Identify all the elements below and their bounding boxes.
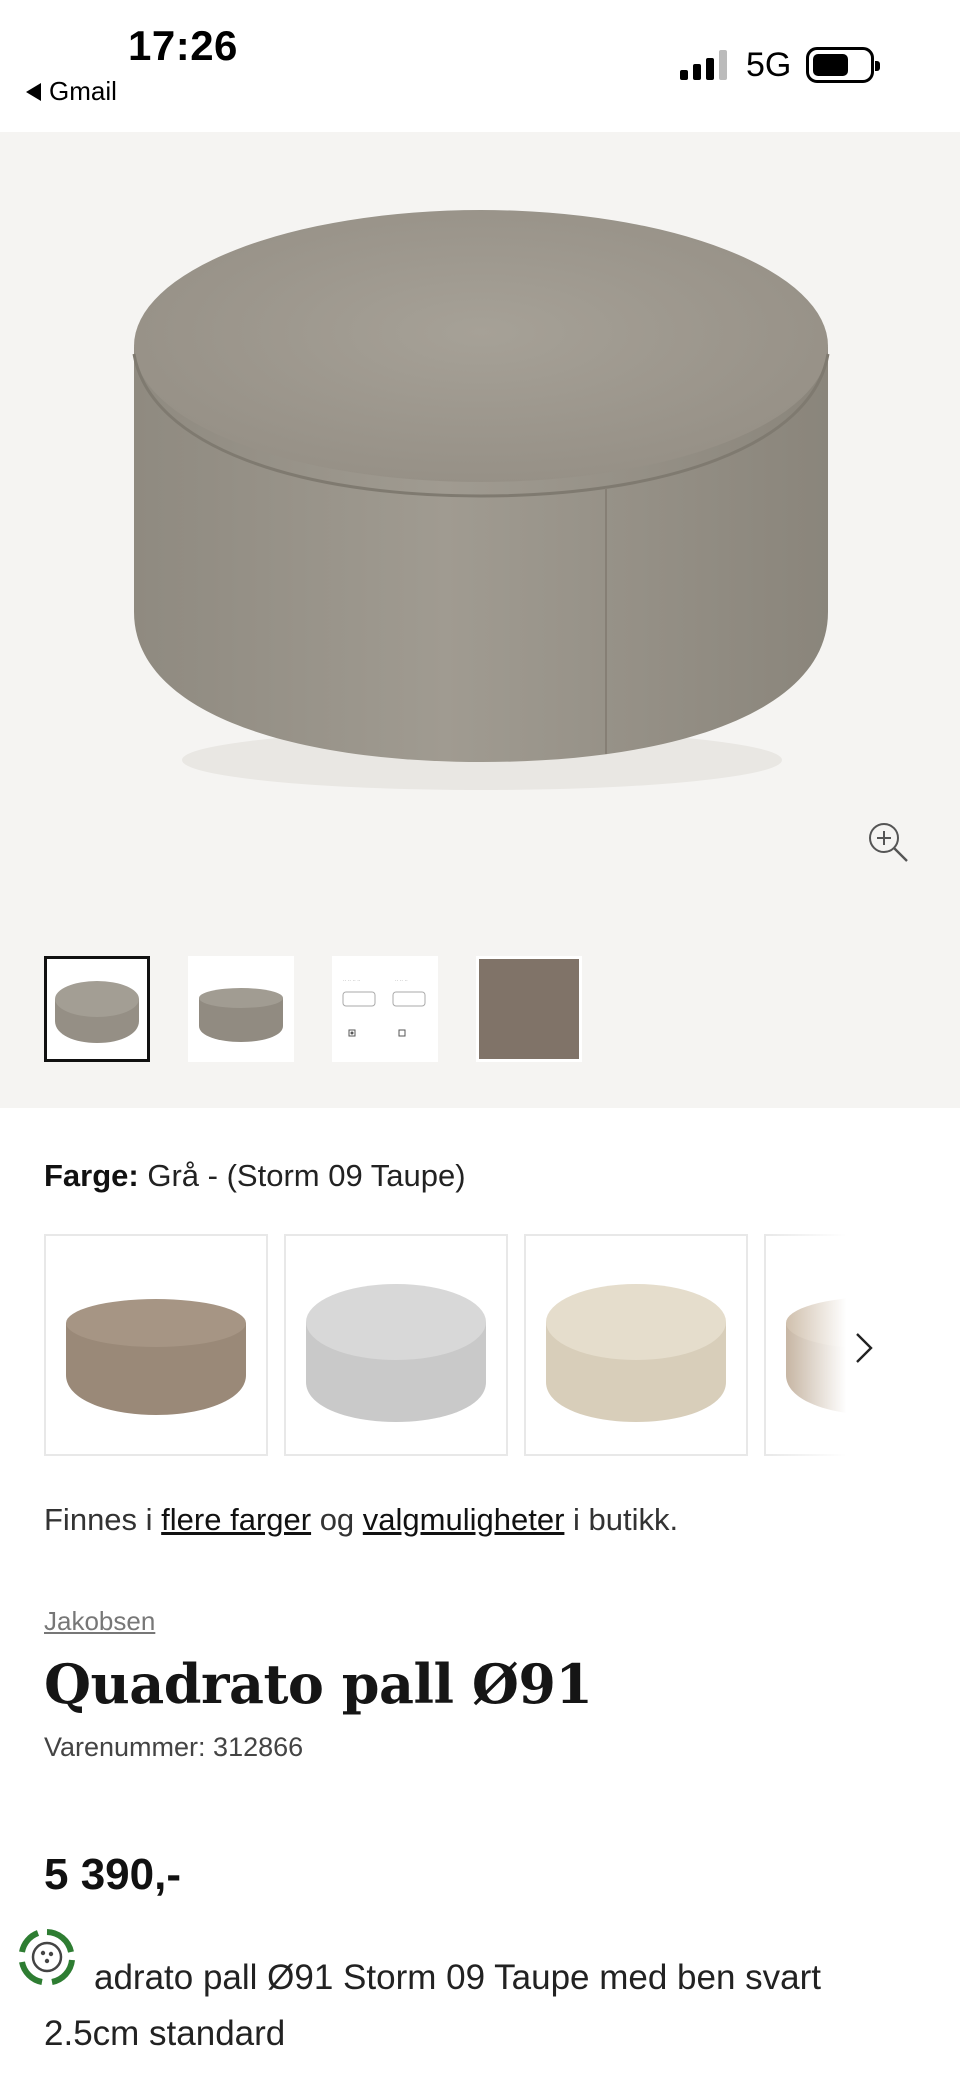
- description-line-1: adrato pall Ø91 Storm 09 Taupe med ben s…: [94, 1958, 822, 1997]
- ottoman-side-thumbnail-image: [199, 988, 283, 1042]
- availability-suffix: i butikk.: [564, 1502, 679, 1537]
- more-colors-link[interactable]: flere farger: [161, 1502, 311, 1537]
- availability-middle: og: [311, 1502, 363, 1537]
- product-main-image[interactable]: [0, 132, 960, 892]
- swatch-ottoman-image: [66, 1299, 246, 1415]
- product-price: 5 390,-: [44, 1850, 181, 1899]
- product-sku: Varenummer: 312866: [44, 1732, 304, 1762]
- color-label-key: Farge:: [44, 1158, 139, 1193]
- back-to-gmail-button[interactable]: Gmail: [26, 76, 117, 107]
- thumbnail-strip: ·· ·· ·· ·· ·· ·· ··: [44, 956, 582, 1062]
- product-title: Quadrato pall Ø91: [44, 1652, 593, 1716]
- thumbnail-1[interactable]: [44, 956, 150, 1062]
- network-type: 5G: [746, 46, 792, 84]
- svg-text:·· ·· ·· ··: ·· ·· ·· ··: [343, 978, 361, 984]
- options-link[interactable]: valgmuligheter: [363, 1502, 565, 1537]
- color-swatch-carousel: [44, 1234, 874, 1456]
- color-swatch-light-grey[interactable]: [284, 1234, 508, 1456]
- product-gallery: ·· ·· ·· ·· ·· ·· ··: [0, 132, 960, 1108]
- color-swatch-taupe[interactable]: [44, 1234, 268, 1456]
- chevron-right-icon[interactable]: [852, 1330, 876, 1366]
- product-description: adrato pall Ø91 Storm 09 Taupe med ben s…: [44, 1950, 924, 2062]
- availability-prefix: Finnes i: [44, 1502, 162, 1537]
- leg-options-thumbnail-image: ·· ·· ·· ·· ·· ·· ··: [342, 978, 426, 1037]
- ottoman-thumbnail-image: [55, 981, 139, 1043]
- fabric-swatch-thumbnail-image: [479, 959, 579, 1059]
- thumbnail-4[interactable]: [476, 956, 582, 1062]
- color-swatch-beige[interactable]: [524, 1234, 748, 1456]
- color-label-value: Grå - (Storm 09 Taupe): [147, 1158, 466, 1193]
- color-label: Farge: Grå - (Storm 09 Taupe): [44, 1158, 466, 1194]
- thumbnail-2[interactable]: [188, 956, 294, 1062]
- status-time: 17:26: [128, 22, 238, 69]
- battery-icon: [806, 47, 880, 83]
- swatch-ottoman-image: [546, 1284, 726, 1422]
- signal-strength-icon: [680, 50, 727, 80]
- swatch-ottoman-image: [306, 1284, 486, 1422]
- status-bar: 17:26 Gmail 5G: [0, 0, 960, 132]
- description-line-2: 2.5cm standard: [44, 2014, 286, 2053]
- thumbnail-3[interactable]: ·· ·· ·· ·· ·· ·· ··: [332, 956, 438, 1062]
- back-arrow-icon: [26, 82, 41, 101]
- zoom-icon[interactable]: [866, 820, 910, 864]
- brand-link[interactable]: Jakobsen: [44, 1606, 155, 1637]
- availability-text: Finnes i flere farger og valgmuligheter …: [44, 1502, 678, 1538]
- svg-text:·· ·· ··: ·· ·· ··: [395, 978, 408, 984]
- back-app-label: Gmail: [49, 76, 117, 106]
